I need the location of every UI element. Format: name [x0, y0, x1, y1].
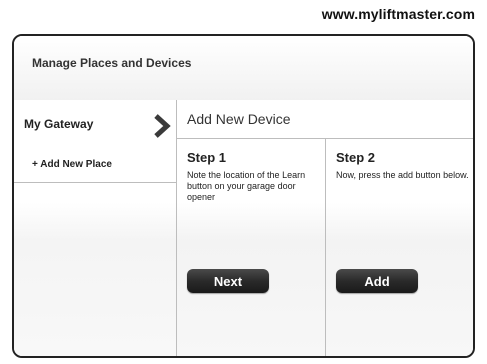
step-1-column: Step 1 Note the location of the Learn bu…: [177, 138, 326, 356]
sidebar-item-my-gateway[interactable]: My Gateway: [14, 100, 176, 151]
main-content: Add New Device Step 1 Note the location …: [177, 100, 473, 356]
chevron-right-icon: [154, 114, 171, 138]
add-button[interactable]: Add: [336, 269, 418, 293]
step-instructions: Now, press the add button below.: [336, 170, 469, 180]
manage-panel: Manage Places and Devices My Gateway + A…: [12, 34, 475, 358]
panel-title: Manage Places and Devices: [32, 56, 192, 70]
next-button[interactable]: Next: [187, 269, 269, 293]
step-instructions: Note the location of the Learn button on…: [187, 170, 306, 202]
panel-header: Manage Places and Devices: [14, 36, 473, 101]
main-title: Add New Device: [187, 111, 291, 127]
sidebar-item-add-new-place[interactable]: + Add New Place: [14, 150, 176, 183]
step-2-column: Step 2 Now, press the add button below. …: [326, 138, 473, 356]
sidebar-item-label: + Add New Place: [32, 159, 112, 170]
site-url: www.myliftmaster.com: [321, 6, 475, 22]
main-title-bar: Add New Device: [177, 100, 473, 139]
step-heading: Step 2: [336, 150, 376, 165]
sidebar: My Gateway + Add New Place: [14, 100, 177, 356]
step-heading: Step 1: [187, 150, 227, 165]
sidebar-item-label: My Gateway: [24, 117, 94, 131]
page: www.myliftmaster.com Manage Places and D…: [0, 0, 487, 364]
